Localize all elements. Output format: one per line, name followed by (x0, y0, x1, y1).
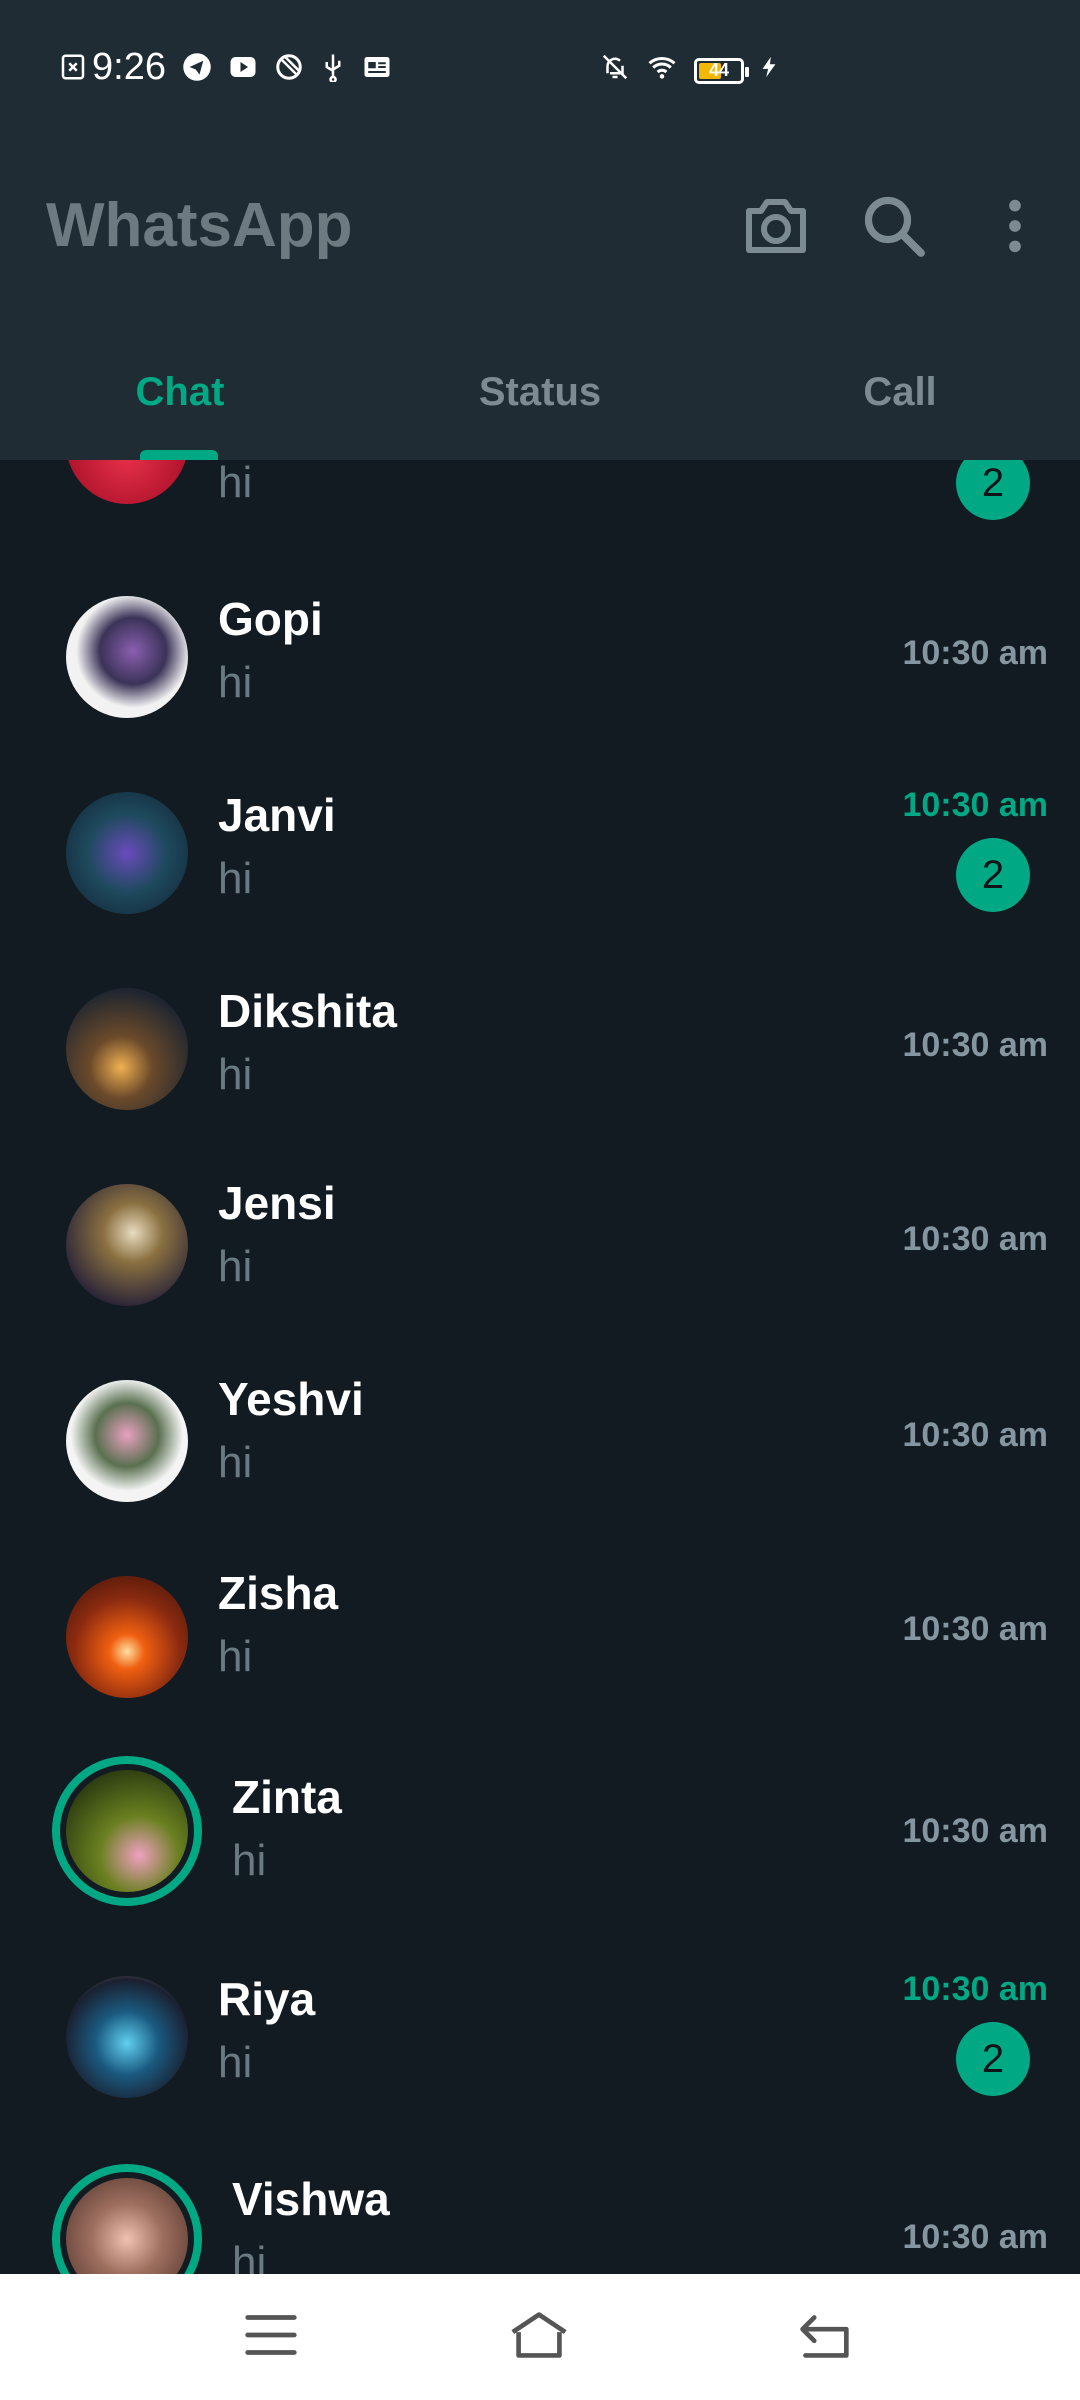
system-nav-bar (0, 2274, 1080, 2400)
chat-message: hi (218, 1050, 253, 1099)
app-title: WhatsApp (46, 191, 353, 260)
charging-icon (758, 52, 780, 82)
avatar (66, 988, 188, 1110)
chat-message: hi (218, 658, 253, 707)
home-icon[interactable] (504, 2300, 574, 2370)
camera-icon[interactable] (740, 190, 812, 262)
avatar (66, 1184, 188, 1306)
youtube-icon (228, 52, 258, 82)
chat-time: 10:30 am (902, 1416, 1048, 1454)
avatar (66, 460, 188, 504)
tab-chat[interactable]: Chat (0, 370, 360, 415)
unread-badge: 2 (956, 2022, 1030, 2096)
avatar (66, 1576, 188, 1698)
chat-time: 10:30 am (902, 634, 1048, 672)
chat-row[interactable]: Zinta hi 10:30 am (0, 1736, 1080, 1946)
chat-message: hi (218, 460, 253, 507)
bell-off-icon (600, 52, 630, 82)
chat-message: hi (232, 2238, 267, 2274)
news-icon (362, 52, 392, 82)
unread-badge: 2 (956, 838, 1030, 912)
chat-name: Janvi (218, 789, 336, 841)
chat-time: 10:30 am (902, 1220, 1048, 1258)
tab-status[interactable]: Status (360, 370, 720, 415)
chat-message: hi (218, 2038, 253, 2087)
telegram-icon (182, 52, 212, 82)
usb-icon (318, 52, 348, 84)
search-icon[interactable] (858, 190, 930, 262)
chat-name: Jensi (218, 1177, 336, 1229)
chat-list: hi 2 Gopi hi 10:30 am Janvi hi 10:30 am … (0, 460, 1080, 2274)
menu-icon[interactable] (236, 2300, 306, 2370)
data-saver-icon (274, 52, 304, 82)
chat-time: 10:30 am (902, 2218, 1048, 2256)
chat-row[interactable]: Riya hi 10:30 am 2 (0, 1940, 1080, 2136)
app-header: WhatsApp Chat Status Call (0, 130, 1080, 460)
chat-message: hi (218, 854, 253, 903)
chat-row[interactable]: hi 2 (0, 460, 1080, 558)
avatar (52, 2164, 202, 2274)
battery-icon: 44 (694, 58, 749, 84)
chat-row[interactable]: Dikshita hi 10:30 am (0, 952, 1080, 1148)
chat-row[interactable]: Janvi hi 10:30 am 2 (0, 756, 1080, 952)
wifi-icon (644, 52, 680, 82)
chat-row[interactable]: Vishwa hi 10:30 am (0, 2144, 1080, 2274)
chat-name: Dikshita (218, 985, 397, 1037)
chat-time: 10:30 am (902, 1610, 1048, 1648)
avatar (66, 1976, 188, 2098)
chat-time: 10:30 am (902, 786, 1048, 824)
status-bar: 9:26 44 (0, 0, 1080, 130)
avatar (66, 792, 188, 914)
chat-message: hi (218, 1632, 253, 1681)
chat-message: hi (218, 1438, 253, 1487)
chat-name: Gopi (218, 593, 323, 645)
avatar (66, 596, 188, 718)
chat-name: Zisha (218, 1567, 339, 1619)
chat-message: hi (232, 1836, 267, 1885)
tab-call[interactable]: Call (720, 370, 1080, 415)
back-icon[interactable] (788, 2300, 858, 2370)
chat-name: Vishwa (232, 2173, 390, 2225)
sim-off-icon (58, 52, 88, 82)
chat-row[interactable]: Gopi hi 10:30 am (0, 560, 1080, 756)
chat-time: 10:30 am (902, 1812, 1048, 1850)
clock: 9:26 (92, 46, 166, 88)
chat-time: 10:30 am (902, 1026, 1048, 1064)
chat-row[interactable]: Jensi hi 10:30 am (0, 1148, 1080, 1344)
avatar (52, 1756, 202, 1906)
unread-badge: 2 (956, 460, 1030, 520)
chat-row[interactable]: Zisha hi 10:30 am (0, 1540, 1080, 1736)
avatar (66, 1380, 188, 1502)
chat-message: hi (218, 1242, 253, 1291)
tab-indicator (140, 450, 218, 460)
more-vert-icon[interactable] (980, 190, 1050, 262)
chat-name: Riya (218, 1973, 316, 2025)
chat-time: 10:30 am (902, 1970, 1048, 2008)
chat-name: Yeshvi (218, 1373, 364, 1425)
chat-row[interactable]: Yeshvi hi 10:30 am (0, 1344, 1080, 1540)
chat-name: Zinta (232, 1771, 342, 1823)
tab-bar: Chat Status Call (0, 330, 1080, 460)
